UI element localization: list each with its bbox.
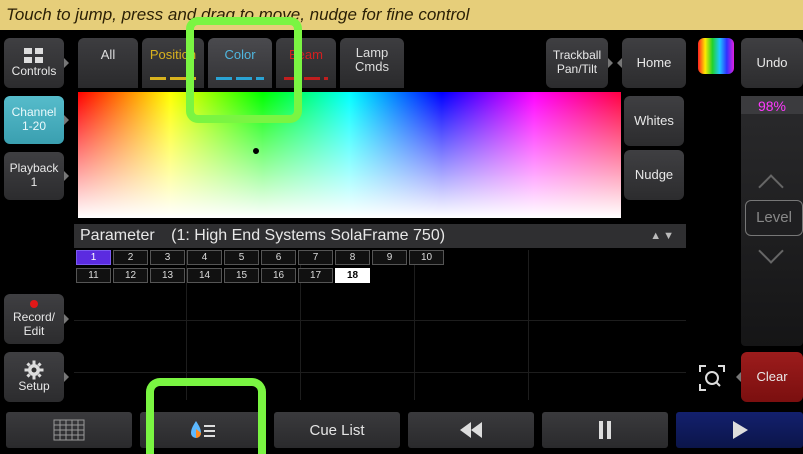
channel-button[interactable]: Channel 1-20 [4, 96, 69, 144]
zoom-fit-icon[interactable] [698, 364, 726, 392]
tab-beam-bar [284, 77, 328, 80]
level-value: 98% [757, 98, 787, 114]
channel-cell-4[interactable]: 4 [187, 250, 222, 265]
channel-cell-3[interactable]: 3 [150, 250, 185, 265]
tab-position-bar [150, 77, 196, 80]
rewind-button[interactable] [408, 412, 534, 448]
record-dot-icon [30, 299, 38, 308]
undo-label: Undo [756, 54, 788, 70]
grid-view-icon [53, 419, 85, 441]
channel-cell-10[interactable]: 10 [409, 250, 444, 265]
grid-divider [414, 250, 415, 400]
play-icon [732, 421, 748, 439]
tab-lamp-cmds[interactable]: Lamp Cmds [340, 38, 404, 88]
channel-cell-11[interactable]: 11 [76, 268, 111, 283]
gear-icon [24, 360, 44, 380]
level-label: Level [756, 209, 792, 226]
setup-label: Setup [18, 379, 50, 394]
hint-bar: Touch to jump, press and drag to move, n… [0, 0, 803, 30]
undo-button[interactable]: Undo [741, 38, 803, 88]
clear-button[interactable]: Clear [736, 352, 803, 402]
tab-beam[interactable]: Beam [276, 38, 336, 88]
tab-position[interactable]: Position [142, 38, 204, 88]
grid-divider [74, 372, 686, 373]
pause-icon [599, 421, 611, 439]
tab-color-label: Color [224, 47, 256, 62]
level-up-icon[interactable] [758, 174, 784, 200]
trackball-button[interactable]: Trackball Pan/Tilt [546, 38, 613, 88]
tab-beam-label: Beam [289, 47, 323, 62]
channel-cell-5[interactable]: 5 [224, 250, 259, 265]
rewind-icon [460, 422, 482, 438]
channel-cell-9[interactable]: 9 [372, 250, 407, 265]
channel-cell-17[interactable]: 17 [298, 268, 333, 283]
parameter-fixture: (1: High End Systems SolaFrame 750) [171, 227, 446, 244]
channel-cell-8[interactable]: 8 [335, 250, 370, 265]
level-thumb[interactable]: Level [745, 200, 803, 236]
home-button[interactable]: Home [617, 38, 686, 88]
channel-cell-2[interactable]: 2 [113, 250, 148, 265]
tab-color[interactable]: Color [208, 38, 272, 88]
setup-button[interactable]: Setup [4, 352, 69, 402]
channel-cell-13[interactable]: 13 [150, 268, 185, 283]
channel-cell-6[interactable]: 6 [261, 250, 296, 265]
channel-label: Channel 1-20 [11, 105, 57, 133]
record-label: Record/ Edit [12, 309, 56, 338]
trackball-label: Trackball Pan/Tilt [552, 48, 602, 76]
color-position-dot[interactable] [253, 148, 259, 154]
home-label: Home [636, 54, 672, 70]
pause-button[interactable] [542, 412, 668, 448]
channel-cell-16[interactable]: 16 [261, 268, 296, 283]
color-palette-button[interactable] [140, 412, 266, 448]
controls-button[interactable]: Controls [4, 38, 69, 88]
controls-label: Controls [11, 64, 57, 79]
color-drop-sliders-icon [191, 421, 215, 438]
channel-cell-14[interactable]: 14 [187, 268, 222, 283]
channel-cell-12[interactable]: 12 [113, 268, 148, 283]
whites-label: Whites [634, 112, 674, 128]
nudge-button[interactable]: Nudge [624, 150, 684, 200]
parameter-label: Parameter [80, 227, 155, 244]
tab-lamp-cmds-label: Lamp Cmds [355, 45, 389, 75]
grid-view-button[interactable] [6, 412, 132, 448]
tab-all[interactable]: All [78, 38, 138, 88]
tab-position-label: Position [149, 47, 197, 62]
playback-button[interactable]: Playback 1 [4, 152, 69, 200]
channel-cell-1[interactable]: 1 [76, 250, 111, 265]
play-button[interactable] [676, 412, 803, 448]
channel-cell-15[interactable]: 15 [224, 268, 259, 283]
parameter-bar: Parameter (1: High End Systems SolaFrame… [74, 224, 686, 248]
tab-all-label: All [100, 47, 116, 62]
whites-button[interactable]: Whites [624, 96, 684, 146]
cue-list-label: Cue List [309, 421, 365, 439]
parameter-sort-icon[interactable]: ▲▼ [650, 224, 676, 248]
record-edit-button[interactable]: Record/ Edit [4, 294, 69, 344]
clear-label: Clear [756, 368, 788, 384]
grid-divider [74, 320, 686, 321]
grid-icon [24, 48, 43, 64]
channel-cell-7[interactable]: 7 [298, 250, 333, 265]
level-down-icon[interactable] [758, 238, 784, 264]
cue-list-button[interactable]: Cue List [274, 412, 400, 448]
level-slider[interactable]: 98% Level [741, 96, 803, 346]
color-swatch-button[interactable] [698, 38, 734, 74]
grid-divider [528, 250, 529, 400]
channel-cell-18[interactable]: 18 [335, 268, 370, 283]
nudge-label: Nudge [634, 166, 674, 182]
playback-label: Playback 1 [9, 161, 59, 189]
tab-color-bar [216, 77, 264, 80]
color-picker[interactable] [78, 92, 621, 218]
